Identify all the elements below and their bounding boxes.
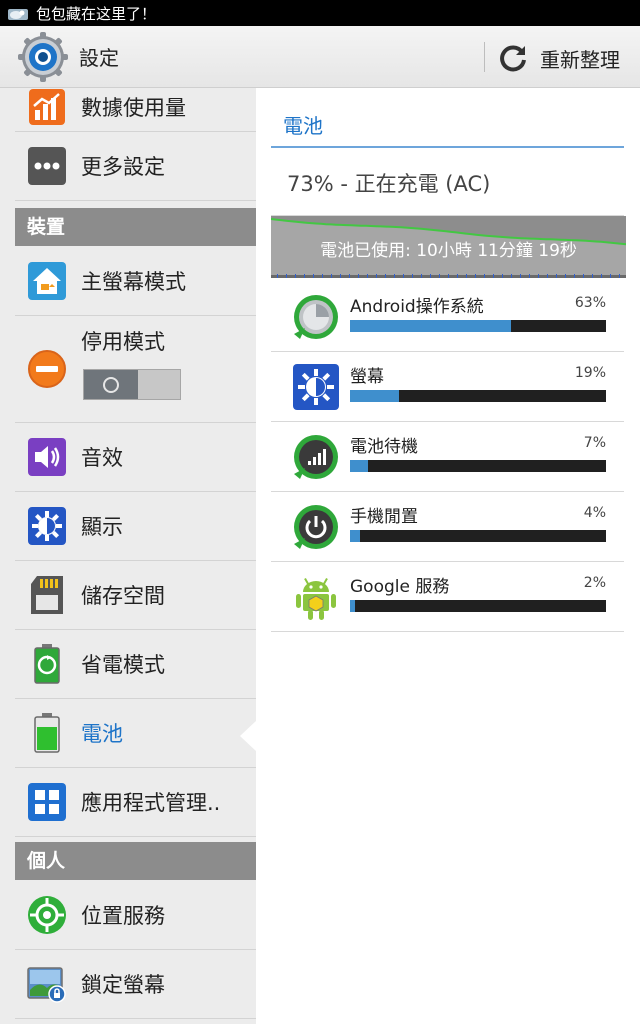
battery-icon bbox=[27, 713, 67, 753]
usage-bar bbox=[350, 460, 606, 472]
sidebar-item-application-manager[interactable]: 應用程式管理.. bbox=[15, 768, 256, 837]
usage-bar bbox=[350, 530, 606, 542]
cell-standby-icon bbox=[291, 432, 341, 482]
sidebar-item-label: 位置服務 bbox=[81, 903, 165, 928]
page-title: 設定 bbox=[79, 46, 119, 70]
action-bar-divider bbox=[484, 42, 485, 72]
sidebar-item-battery[interactable]: 電池 bbox=[15, 699, 256, 768]
power-saving-battery-icon bbox=[27, 644, 67, 684]
apps-grid-icon bbox=[27, 782, 67, 822]
sidebar-item-label: 電池 bbox=[81, 722, 123, 746]
sidebar-item-lock-screen[interactable]: 鎖定螢幕 bbox=[15, 950, 256, 1019]
action-bar: 設定 重新整理 bbox=[0, 26, 640, 88]
screen-brightness-icon bbox=[291, 362, 341, 412]
usage-percent: 63% bbox=[574, 295, 606, 311]
battery-detail-pane: 電池 73% - 正在充電 (AC) 電池已使用: 10小時 11分鐘 19秒 … bbox=[256, 88, 640, 1024]
sidebar-item-location-services[interactable]: 位置服務 bbox=[15, 880, 256, 950]
usage-app-name: Android操作系統 bbox=[350, 297, 484, 317]
usage-row-android-os[interactable]: Android操作系統 63% bbox=[271, 282, 624, 352]
notification-icon bbox=[8, 6, 28, 20]
sidebar-item-label: 主螢幕模式 bbox=[81, 269, 186, 294]
sidebar-item-sound[interactable]: 音效 bbox=[15, 423, 256, 492]
usage-bar-fill bbox=[350, 460, 368, 472]
usage-row-screen[interactable]: 螢幕 19% bbox=[271, 352, 624, 422]
sidebar-item-label: 鎖定螢幕 bbox=[81, 973, 165, 997]
location-target-icon bbox=[27, 895, 67, 935]
refresh-button[interactable]: 重新整理 bbox=[498, 38, 620, 78]
usage-app-name: 手機閒置 bbox=[350, 507, 418, 527]
data-usage-icon bbox=[27, 88, 67, 127]
android-os-icon bbox=[291, 292, 341, 342]
sidebar-item-more-settings[interactable]: 更多設定 bbox=[15, 132, 256, 201]
sidebar-item-power-saving[interactable]: 省電模式 bbox=[15, 630, 256, 699]
settings-sidebar[interactable]: 數據使用量 更多設定 裝置 主螢幕模式 停用模式 音效 顯示 儲存空間 省電模式… bbox=[0, 88, 256, 1024]
home-icon bbox=[27, 261, 67, 301]
usage-app-name: 電池待機 bbox=[350, 437, 418, 457]
sidebar-item-label: 顯示 bbox=[81, 515, 123, 539]
google-services-android-icon bbox=[291, 572, 341, 622]
more-dots-icon bbox=[27, 146, 67, 186]
usage-percent: 4% bbox=[583, 505, 606, 521]
title-divider bbox=[271, 146, 624, 148]
sd-card-icon bbox=[27, 575, 67, 615]
battery-history-graph[interactable]: 電池已使用: 10小時 11分鐘 19秒 bbox=[271, 216, 626, 278]
section-header-device: 裝置 bbox=[15, 208, 256, 246]
usage-bar bbox=[350, 390, 606, 402]
refresh-icon bbox=[500, 45, 526, 72]
blocking-mode-icon bbox=[27, 349, 67, 389]
refresh-label: 重新整理 bbox=[540, 47, 620, 72]
section-header-personal: 個人 bbox=[15, 842, 256, 880]
sidebar-item-label: 音效 bbox=[81, 446, 123, 470]
phone-idle-power-icon bbox=[291, 502, 341, 552]
lock-screen-icon bbox=[27, 964, 67, 1004]
battery-usage-time: 電池已使用: 10小時 11分鐘 19秒 bbox=[320, 241, 577, 261]
sidebar-item-label: 停用模式 bbox=[81, 330, 165, 354]
sidebar-item-blocking-mode[interactable]: 停用模式 bbox=[15, 316, 256, 423]
toggle-off-circle bbox=[103, 376, 119, 393]
usage-percent: 2% bbox=[583, 575, 606, 591]
usage-bar-fill bbox=[350, 320, 512, 332]
battery-charge-status: 73% - 正在充電 (AC) bbox=[287, 172, 491, 196]
notification-text: 包包藏在这里了！ bbox=[36, 4, 157, 23]
sidebar-item-label: 儲存空間 bbox=[81, 584, 165, 608]
sidebar-item-data-usage[interactable]: 數據使用量 bbox=[15, 88, 256, 132]
sidebar-item-label: 應用程式管理.. bbox=[81, 791, 221, 815]
usage-bar bbox=[350, 600, 606, 612]
usage-percent: 19% bbox=[574, 365, 606, 381]
sidebar-item-home-screen-mode[interactable]: 主螢幕模式 bbox=[15, 246, 256, 316]
usage-bar-fill bbox=[350, 600, 356, 612]
sound-icon bbox=[27, 437, 67, 477]
sidebar-item-storage[interactable]: 儲存空間 bbox=[15, 561, 256, 630]
usage-percent: 7% bbox=[583, 435, 606, 451]
battery-section-title: 電池 bbox=[283, 114, 323, 138]
sidebar-item-label: 更多設定 bbox=[81, 155, 165, 179]
settings-gear-icon[interactable] bbox=[17, 31, 69, 83]
usage-bar-fill bbox=[350, 390, 399, 402]
usage-app-name: Google 服務 bbox=[350, 577, 450, 597]
toggle-off-thumb bbox=[84, 370, 138, 399]
sidebar-item-label: 數據使用量 bbox=[81, 95, 186, 120]
status-bar: 包包藏在这里了！ bbox=[0, 0, 640, 26]
usage-bar-fill bbox=[350, 530, 361, 542]
usage-row-phone-idle[interactable]: 手機閒置 4% bbox=[271, 492, 624, 562]
usage-app-name: 螢幕 bbox=[350, 367, 384, 387]
sidebar-item-display[interactable]: 顯示 bbox=[15, 492, 256, 561]
sidebar-item-label: 省電模式 bbox=[81, 653, 165, 677]
blocking-mode-toggle[interactable] bbox=[83, 369, 181, 400]
selection-pointer bbox=[240, 720, 257, 752]
usage-bar bbox=[350, 320, 606, 332]
usage-row-google-services[interactable]: Google 服務 2% bbox=[271, 562, 624, 632]
display-brightness-icon bbox=[27, 506, 67, 546]
usage-row-cell-standby[interactable]: 電池待機 7% bbox=[271, 422, 624, 492]
